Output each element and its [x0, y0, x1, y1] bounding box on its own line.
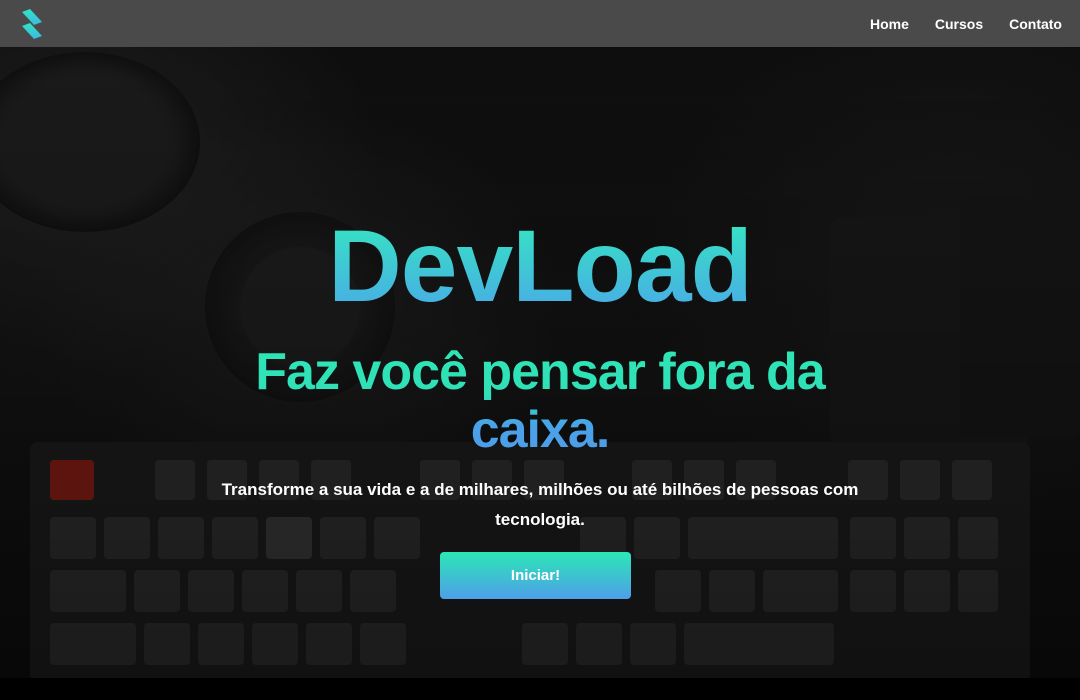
nav-link-contato[interactable]: Contato	[1009, 16, 1062, 32]
devload-logo-icon[interactable]	[18, 6, 48, 42]
navbar: Home Cursos Contato	[0, 0, 1080, 47]
hero-content: DevLoad Faz você pensar fora da caixa. T…	[0, 47, 1080, 678]
nav-link-home[interactable]: Home	[870, 16, 909, 32]
nav-link-cursos[interactable]: Cursos	[935, 16, 983, 32]
brand-title: DevLoad	[0, 215, 1080, 317]
nav-links: Home Cursos Contato	[870, 16, 1062, 32]
start-button[interactable]: Iniciar!	[440, 552, 631, 599]
hero-tagline: Faz você pensar fora da caixa.	[230, 343, 850, 459]
bottom-bar	[0, 678, 1080, 700]
hero-subtitle: Transforme a sua vida e a de milhares, m…	[221, 480, 859, 529]
hero-section: DevLoad Faz você pensar fora da caixa. T…	[0, 47, 1080, 678]
